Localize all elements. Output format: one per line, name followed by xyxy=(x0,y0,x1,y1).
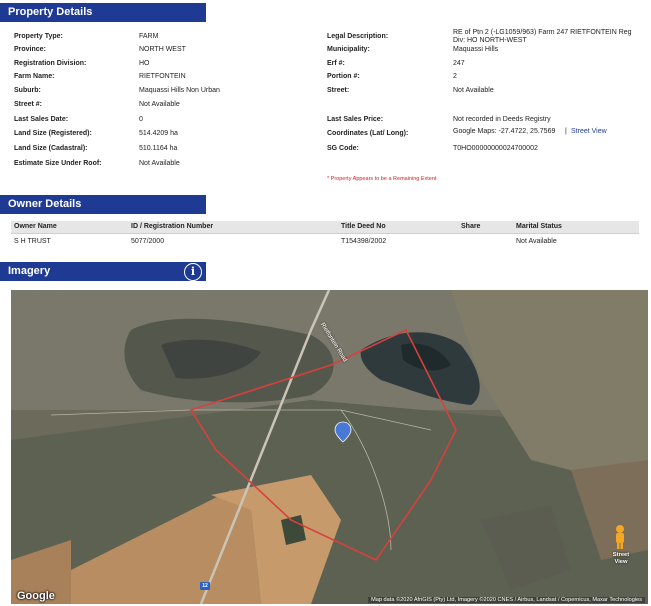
legal-description-value-line2: Div: HO NORTH-WEST xyxy=(453,37,527,44)
route-shield: 12 xyxy=(200,582,210,590)
property-field-value: 0 xyxy=(139,116,143,123)
property-field-value: RIETFONTEIN xyxy=(139,73,186,80)
property-details-header: Property Details xyxy=(0,3,206,22)
portion-value: 2 xyxy=(453,73,457,80)
legal-description-label: Legal Description: xyxy=(327,33,389,40)
property-field-label: Property Type: xyxy=(14,33,63,40)
owner-table-header: Owner Name ID / Registration Number Titl… xyxy=(11,221,639,234)
property-field-label: Land Size (Cadastral): xyxy=(14,145,88,152)
property-field-value: 514.4209 ha xyxy=(139,130,178,137)
property-field-label: Farm Name: xyxy=(14,73,55,80)
map-attribution[interactable]: Map data ©2020 AfriGIS (Pty) Ltd, Imager… xyxy=(368,597,645,603)
marital-status-cell: Not Available xyxy=(516,238,557,245)
property-field-value: 510.1164 ha xyxy=(139,145,178,152)
portion-label: Portion #: xyxy=(327,73,360,80)
municipality-label: Municipality: xyxy=(327,46,370,53)
coordinates-value[interactable]: Google Maps: -27.4722, 25.7569 xyxy=(453,128,555,135)
property-field-label: Last Sales Date: xyxy=(14,116,69,123)
municipality-value: Maquassi Hills xyxy=(453,46,499,53)
property-field-value: Maquassi Hills Non Urban xyxy=(139,87,220,94)
property-field-value: Not Available xyxy=(139,160,180,167)
property-field-label: Street #: xyxy=(14,101,43,108)
property-field-label: Registration Division: xyxy=(14,60,87,67)
legal-description-value: RE of Ptn 2 (-LG1059/963) Farm 247 RIETF… xyxy=(453,29,632,36)
property-field-label: Land Size (Registered): xyxy=(14,130,92,137)
owner-details-header: Owner Details xyxy=(0,195,206,214)
property-field-value: NORTH WEST xyxy=(139,46,186,53)
imagery-header: Imagery xyxy=(0,262,206,281)
coordinates-label: Coordinates (Lat/ Long): xyxy=(327,130,409,137)
title-deed-column-header: Title Deed No xyxy=(341,223,386,230)
property-field-label: Province: xyxy=(14,46,46,53)
last-sales-price-label: Last Sales Price: xyxy=(327,116,384,123)
erf-label: Erf #: xyxy=(327,60,345,67)
google-logo: Google xyxy=(17,590,55,602)
sg-code-value: T0HO00000000024700002 xyxy=(453,145,538,152)
erf-value: 247 xyxy=(453,60,465,67)
owner-name-column-header: Owner Name xyxy=(14,223,57,230)
marital-status-column-header: Marital Status xyxy=(516,223,562,230)
coordinates-separator: | xyxy=(565,128,567,135)
property-field-label: Estimate Size Under Roof: xyxy=(14,160,102,167)
street-view-link[interactable]: Street View xyxy=(571,128,607,135)
title-deed-cell: T154398/2002 xyxy=(341,238,387,245)
id-registration-column-header: ID / Registration Number xyxy=(131,223,214,230)
remaining-extent-remark: * Property Appears to be a Remaining Ext… xyxy=(327,176,437,182)
street-value: Not Available xyxy=(453,87,494,94)
last-sales-price-value: Not recorded in Deeds Registry xyxy=(453,116,551,123)
street-view-label-line2: View xyxy=(614,558,628,565)
property-field-label: Suburb: xyxy=(14,87,41,94)
property-field-value: FARM xyxy=(139,33,159,40)
property-field-value: HO xyxy=(139,60,150,67)
street-view-label[interactable]: Street View xyxy=(609,552,633,565)
owner-name-cell: S H TRUST xyxy=(14,238,51,245)
share-column-header: Share xyxy=(461,223,481,230)
property-field-value: Not Available xyxy=(139,101,180,108)
id-registration-cell: 5077/2000 xyxy=(131,238,165,245)
street-label: Street: xyxy=(327,87,350,94)
satellite-map[interactable]: Rietfontein Road 12 Street View Google M… xyxy=(11,290,648,604)
info-icon[interactable]: i xyxy=(184,263,202,281)
sg-code-label: SG Code: xyxy=(327,145,359,152)
